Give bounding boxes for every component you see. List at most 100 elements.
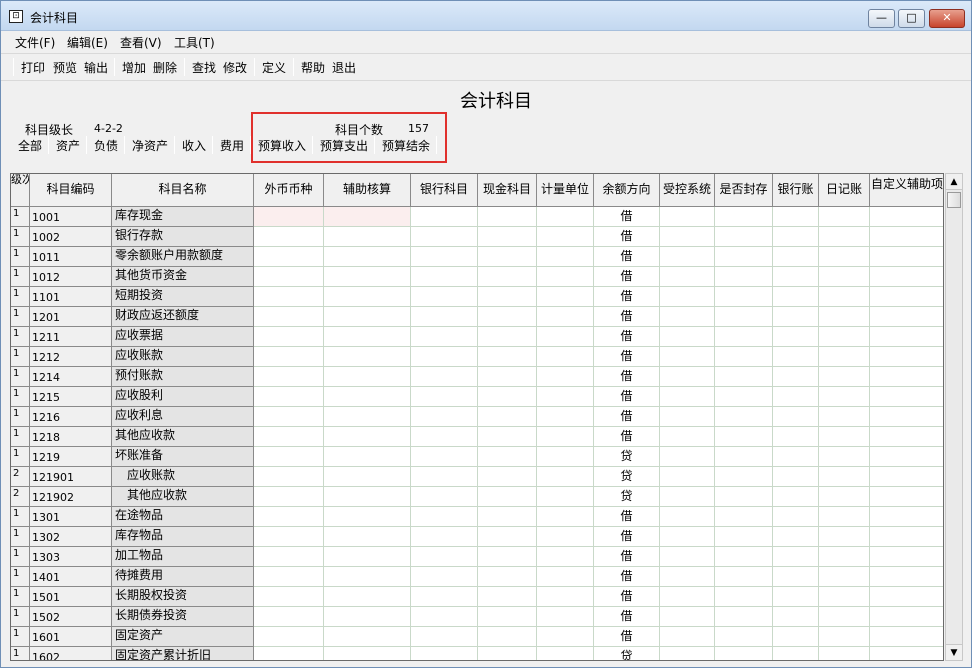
custom-auxiliary-cell[interactable] bbox=[870, 507, 943, 527]
journal-cell[interactable] bbox=[819, 267, 870, 287]
accounts-table[interactable]: 级次 科目编码 科目名称 外币币种 辅助核算 银行科目 现金科目 计量单位 余额… bbox=[10, 173, 944, 661]
preview-button[interactable]: 预览 bbox=[53, 59, 77, 76]
table-row[interactable]: 1 1602 固定资产累计折旧 贷 bbox=[11, 647, 943, 660]
sealed-cell[interactable] bbox=[715, 647, 773, 660]
journal-cell[interactable] bbox=[819, 247, 870, 267]
custom-auxiliary-cell[interactable] bbox=[870, 487, 943, 507]
cash-account-cell[interactable] bbox=[478, 247, 537, 267]
auxiliary-cell[interactable] bbox=[324, 247, 411, 267]
journal-cell[interactable] bbox=[819, 207, 870, 227]
journal-cell[interactable] bbox=[819, 287, 870, 307]
custom-auxiliary-cell[interactable] bbox=[870, 287, 943, 307]
column-header[interactable]: 科目编码 bbox=[30, 174, 112, 207]
bank-ledger-cell[interactable] bbox=[773, 547, 819, 567]
balance-direction-cell[interactable]: 借 bbox=[594, 407, 660, 427]
sealed-cell[interactable] bbox=[715, 307, 773, 327]
code-cell[interactable]: 1401 bbox=[30, 567, 112, 587]
balance-direction-cell[interactable]: 借 bbox=[594, 247, 660, 267]
sealed-cell[interactable] bbox=[715, 327, 773, 347]
controlled-system-cell[interactable] bbox=[660, 487, 715, 507]
menu-file[interactable]: 文件(F) bbox=[15, 34, 55, 51]
level-cell[interactable]: 1 bbox=[11, 407, 30, 427]
unit-cell[interactable] bbox=[537, 207, 594, 227]
name-cell[interactable]: 长期股权投资 bbox=[112, 587, 254, 607]
custom-auxiliary-cell[interactable] bbox=[870, 447, 943, 467]
tab-liabilities[interactable]: 负债 bbox=[94, 137, 118, 154]
unit-cell[interactable] bbox=[537, 647, 594, 660]
unit-cell[interactable] bbox=[537, 347, 594, 367]
bank-account-cell[interactable] bbox=[411, 227, 478, 247]
balance-direction-cell[interactable]: 借 bbox=[594, 567, 660, 587]
column-header[interactable]: 计量单位 bbox=[537, 174, 594, 207]
balance-direction-cell[interactable]: 借 bbox=[594, 627, 660, 647]
table-row[interactable]: 1 1201 财政应返还额度 借 bbox=[11, 307, 943, 327]
auxiliary-cell[interactable] bbox=[324, 227, 411, 247]
balance-direction-cell[interactable]: 借 bbox=[594, 207, 660, 227]
name-cell[interactable]: 库存物品 bbox=[112, 527, 254, 547]
balance-direction-cell[interactable]: 贷 bbox=[594, 647, 660, 660]
currency-cell[interactable] bbox=[254, 627, 324, 647]
custom-auxiliary-cell[interactable] bbox=[870, 427, 943, 447]
controlled-system-cell[interactable] bbox=[660, 227, 715, 247]
bank-ledger-cell[interactable] bbox=[773, 447, 819, 467]
custom-auxiliary-cell[interactable] bbox=[870, 347, 943, 367]
name-cell[interactable]: 坏账准备 bbox=[112, 447, 254, 467]
scroll-down-icon[interactable]: ▼ bbox=[946, 644, 962, 660]
sealed-cell[interactable] bbox=[715, 427, 773, 447]
level-cell[interactable]: 1 bbox=[11, 287, 30, 307]
unit-cell[interactable] bbox=[537, 527, 594, 547]
table-row[interactable]: 1 1502 长期债券投资 借 bbox=[11, 607, 943, 627]
custom-auxiliary-cell[interactable] bbox=[870, 567, 943, 587]
scroll-thumb[interactable] bbox=[947, 192, 961, 208]
table-row[interactable]: 1 1011 零余额账户用款额度 借 bbox=[11, 247, 943, 267]
code-cell[interactable]: 1012 bbox=[30, 267, 112, 287]
currency-cell[interactable] bbox=[254, 367, 324, 387]
custom-auxiliary-cell[interactable] bbox=[870, 227, 943, 247]
sealed-cell[interactable] bbox=[715, 627, 773, 647]
auxiliary-cell[interactable] bbox=[324, 367, 411, 387]
unit-cell[interactable] bbox=[537, 427, 594, 447]
unit-cell[interactable] bbox=[537, 387, 594, 407]
sealed-cell[interactable] bbox=[715, 347, 773, 367]
name-cell[interactable]: 预付账款 bbox=[112, 367, 254, 387]
name-cell[interactable]: 应收股利 bbox=[112, 387, 254, 407]
controlled-system-cell[interactable] bbox=[660, 287, 715, 307]
balance-direction-cell[interactable]: 借 bbox=[594, 287, 660, 307]
app-window-icon[interactable]: ⊡ bbox=[9, 10, 23, 23]
code-cell[interactable]: 121902 bbox=[30, 487, 112, 507]
delete-button[interactable]: 删除 bbox=[153, 59, 177, 76]
level-cell[interactable]: 1 bbox=[11, 427, 30, 447]
unit-cell[interactable] bbox=[537, 567, 594, 587]
bank-account-cell[interactable] bbox=[411, 407, 478, 427]
find-button[interactable]: 查找 bbox=[192, 59, 216, 76]
add-button[interactable]: 增加 bbox=[122, 59, 146, 76]
auxiliary-cell[interactable] bbox=[324, 507, 411, 527]
bank-account-cell[interactable] bbox=[411, 587, 478, 607]
name-cell[interactable]: 在途物品 bbox=[112, 507, 254, 527]
bank-account-cell[interactable] bbox=[411, 607, 478, 627]
currency-cell[interactable] bbox=[254, 347, 324, 367]
custom-auxiliary-cell[interactable] bbox=[870, 627, 943, 647]
table-row[interactable]: 1 1303 加工物品 借 bbox=[11, 547, 943, 567]
auxiliary-cell[interactable] bbox=[324, 647, 411, 660]
bank-account-cell[interactable] bbox=[411, 247, 478, 267]
code-cell[interactable]: 1218 bbox=[30, 427, 112, 447]
sealed-cell[interactable] bbox=[715, 207, 773, 227]
balance-direction-cell[interactable]: 借 bbox=[594, 327, 660, 347]
controlled-system-cell[interactable] bbox=[660, 387, 715, 407]
custom-auxiliary-cell[interactable] bbox=[870, 467, 943, 487]
level-cell[interactable]: 1 bbox=[11, 607, 30, 627]
print-button[interactable]: 打印 bbox=[21, 59, 45, 76]
scroll-up-icon[interactable]: ▲ bbox=[946, 174, 962, 190]
balance-direction-cell[interactable]: 借 bbox=[594, 227, 660, 247]
bank-account-cell[interactable] bbox=[411, 387, 478, 407]
currency-cell[interactable] bbox=[254, 407, 324, 427]
journal-cell[interactable] bbox=[819, 447, 870, 467]
auxiliary-cell[interactable] bbox=[324, 587, 411, 607]
bank-account-cell[interactable] bbox=[411, 507, 478, 527]
column-header[interactable]: 现金科目 bbox=[478, 174, 537, 207]
auxiliary-cell[interactable] bbox=[324, 267, 411, 287]
level-cell[interactable]: 1 bbox=[11, 227, 30, 247]
custom-auxiliary-cell[interactable] bbox=[870, 527, 943, 547]
controlled-system-cell[interactable] bbox=[660, 647, 715, 660]
